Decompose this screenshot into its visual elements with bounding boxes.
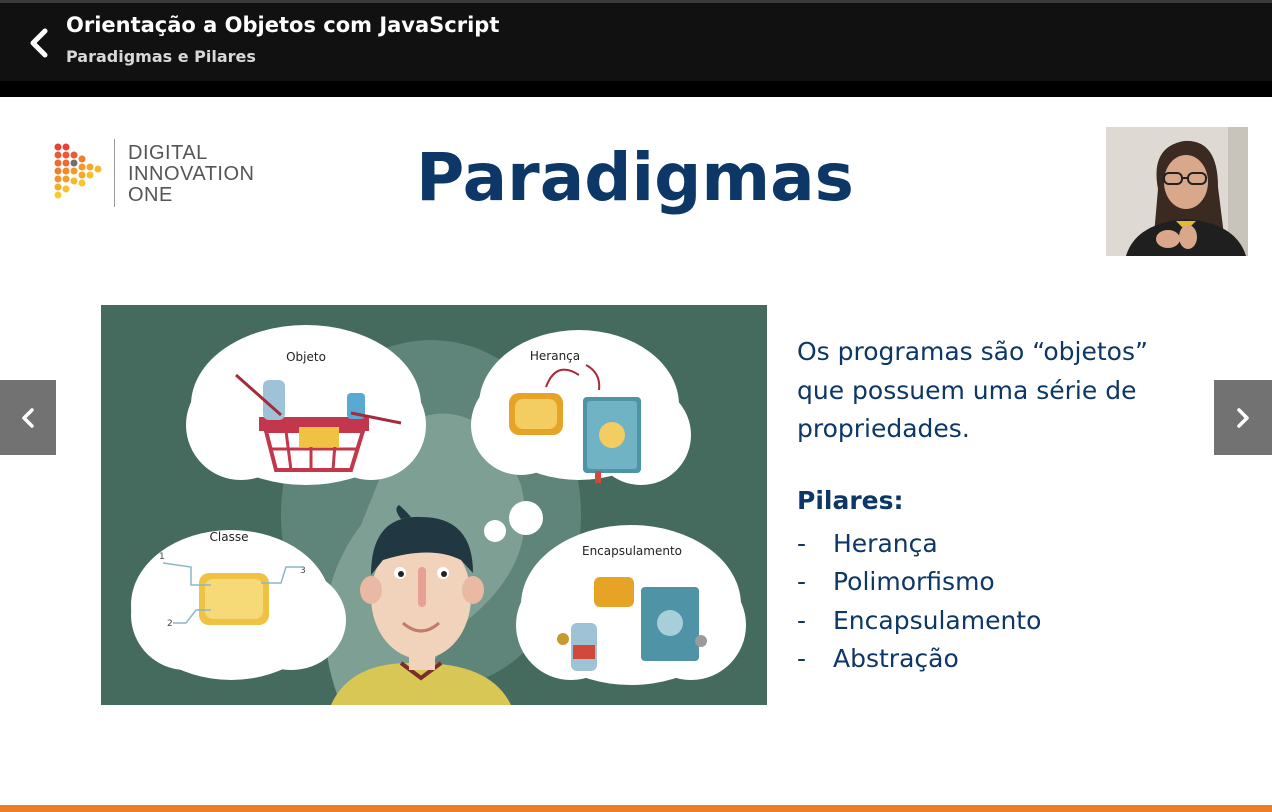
logo-line-one: ONE	[128, 184, 173, 206]
bullet-dash: -	[797, 567, 807, 597]
presenter-video-icon	[1106, 127, 1248, 256]
chevron-left-icon	[22, 407, 34, 428]
progress-strip	[0, 805, 1272, 812]
label-encapsulamento: Encapsulamento	[582, 544, 682, 558]
back-button[interactable]	[22, 23, 56, 63]
pillar-polimorfismo: Polimorfismo	[833, 567, 995, 597]
chevron-right-icon	[1237, 407, 1249, 428]
list-item: - Polimorfismo	[797, 563, 1041, 601]
label-classe: Classe	[210, 530, 249, 544]
pillars-list: - Herança - Polimorfismo - Encapsulamento -…	[797, 525, 1041, 678]
label-heranca: Herança	[530, 349, 580, 363]
bullet-dash: -	[797, 643, 807, 673]
label-objeto: Objeto	[286, 350, 326, 364]
body-line-3: propriedades.	[797, 414, 970, 443]
list-item: - Encapsulamento	[797, 602, 1041, 640]
lesson-title: Paradigmas e Pilares	[66, 47, 256, 66]
pillar-encapsulamento: Encapsulamento	[833, 605, 1042, 635]
slide: DIGITAL INNOVATION ONE Paradigmas Objeto…	[0, 97, 1272, 805]
pillars-heading: Pilares:	[797, 486, 904, 515]
label-number-3: 3	[300, 566, 306, 576]
slide-title: Paradigmas	[416, 139, 854, 216]
body-line-2: que possuem uma série de	[797, 375, 1137, 405]
label-number-2: 2	[167, 619, 173, 629]
label-number-1: 1	[159, 552, 165, 562]
presenter-webcam	[1106, 127, 1248, 256]
list-item: - Herança	[797, 525, 1041, 563]
dio-logo-mark-icon	[54, 143, 102, 199]
logo-line-innovation: INNOVATION	[128, 163, 255, 185]
oop-illustration: Objeto Herança Classe Encapsulamento 1 2…	[101, 305, 767, 705]
logo-divider	[114, 139, 115, 207]
bullet-dash: -	[797, 529, 807, 558]
video-top-strip	[0, 81, 1272, 97]
body-line-1: Os programas são “objetos”	[797, 337, 1148, 366]
previous-slide-button[interactable]	[0, 380, 56, 455]
course-title: Orientação a Objetos com JavaScript	[66, 13, 500, 37]
oop-illustration-art: Objeto Herança Classe Encapsulamento 1 2…	[101, 305, 767, 705]
logo-line-digital: DIGITAL	[128, 142, 208, 164]
logo-wordmark: DIGITAL INNOVATION ONE	[128, 143, 254, 206]
dio-logo: DIGITAL INNOVATION ONE	[52, 139, 282, 209]
list-item: - Abstração	[797, 640, 1041, 678]
top-bar: Orientação a Objetos com JavaScript Para…	[0, 0, 1272, 81]
chevron-left-icon	[30, 28, 48, 58]
bullet-dash: -	[797, 605, 807, 635]
pillar-abstracao: Abstração	[833, 643, 959, 673]
slide-body-text: Os programas são “objetos” que possuem u…	[797, 333, 1148, 449]
pillar-heranca: Herança	[833, 529, 938, 558]
next-slide-button[interactable]	[1214, 380, 1272, 455]
